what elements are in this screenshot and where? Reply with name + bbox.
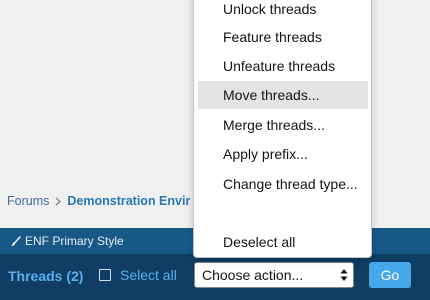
threads-count-label: Threads (2) (8, 268, 84, 284)
style-chooser-label: ENF Primary Style (25, 234, 124, 248)
menu-item-apply-prefix[interactable]: Apply prefix... (198, 140, 368, 168)
style-chooser-link[interactable]: ENF Primary Style (10, 234, 124, 248)
menu-item-blank (198, 199, 368, 227)
breadcrumb-forums-link[interactable]: Forums (7, 194, 49, 208)
paintbrush-icon (10, 235, 21, 247)
select-all-toggle[interactable]: Select all (99, 267, 177, 283)
menu-item-feature-threads[interactable]: Feature threads (198, 23, 368, 51)
action-select-value: Choose action... (202, 267, 304, 283)
menu-item-unfeature-threads[interactable]: Unfeature threads (198, 52, 368, 80)
menu-item-merge-threads[interactable]: Merge threads... (198, 111, 368, 139)
select-all-label: Select all (120, 267, 177, 283)
menu-item-unlock-threads[interactable]: Unlock threads (198, 0, 368, 23)
select-arrows-icon (340, 268, 348, 282)
go-button[interactable]: Go (369, 262, 411, 288)
action-dropdown-menu: Unlock threads Feature threads Unfeature… (193, 0, 372, 258)
breadcrumb: Forums Demonstration Envir (7, 192, 190, 210)
select-all-checkbox[interactable] (99, 269, 111, 281)
menu-item-deselect-all[interactable]: Deselect all (198, 228, 368, 256)
menu-item-move-threads[interactable]: Move threads... (198, 81, 368, 109)
chevron-right-icon (55, 197, 62, 206)
action-select[interactable]: Choose action... (194, 262, 354, 288)
breadcrumb-demonstration-link[interactable]: Demonstration Envir (67, 194, 190, 208)
menu-item-change-thread-type[interactable]: Change thread type... (198, 170, 368, 198)
